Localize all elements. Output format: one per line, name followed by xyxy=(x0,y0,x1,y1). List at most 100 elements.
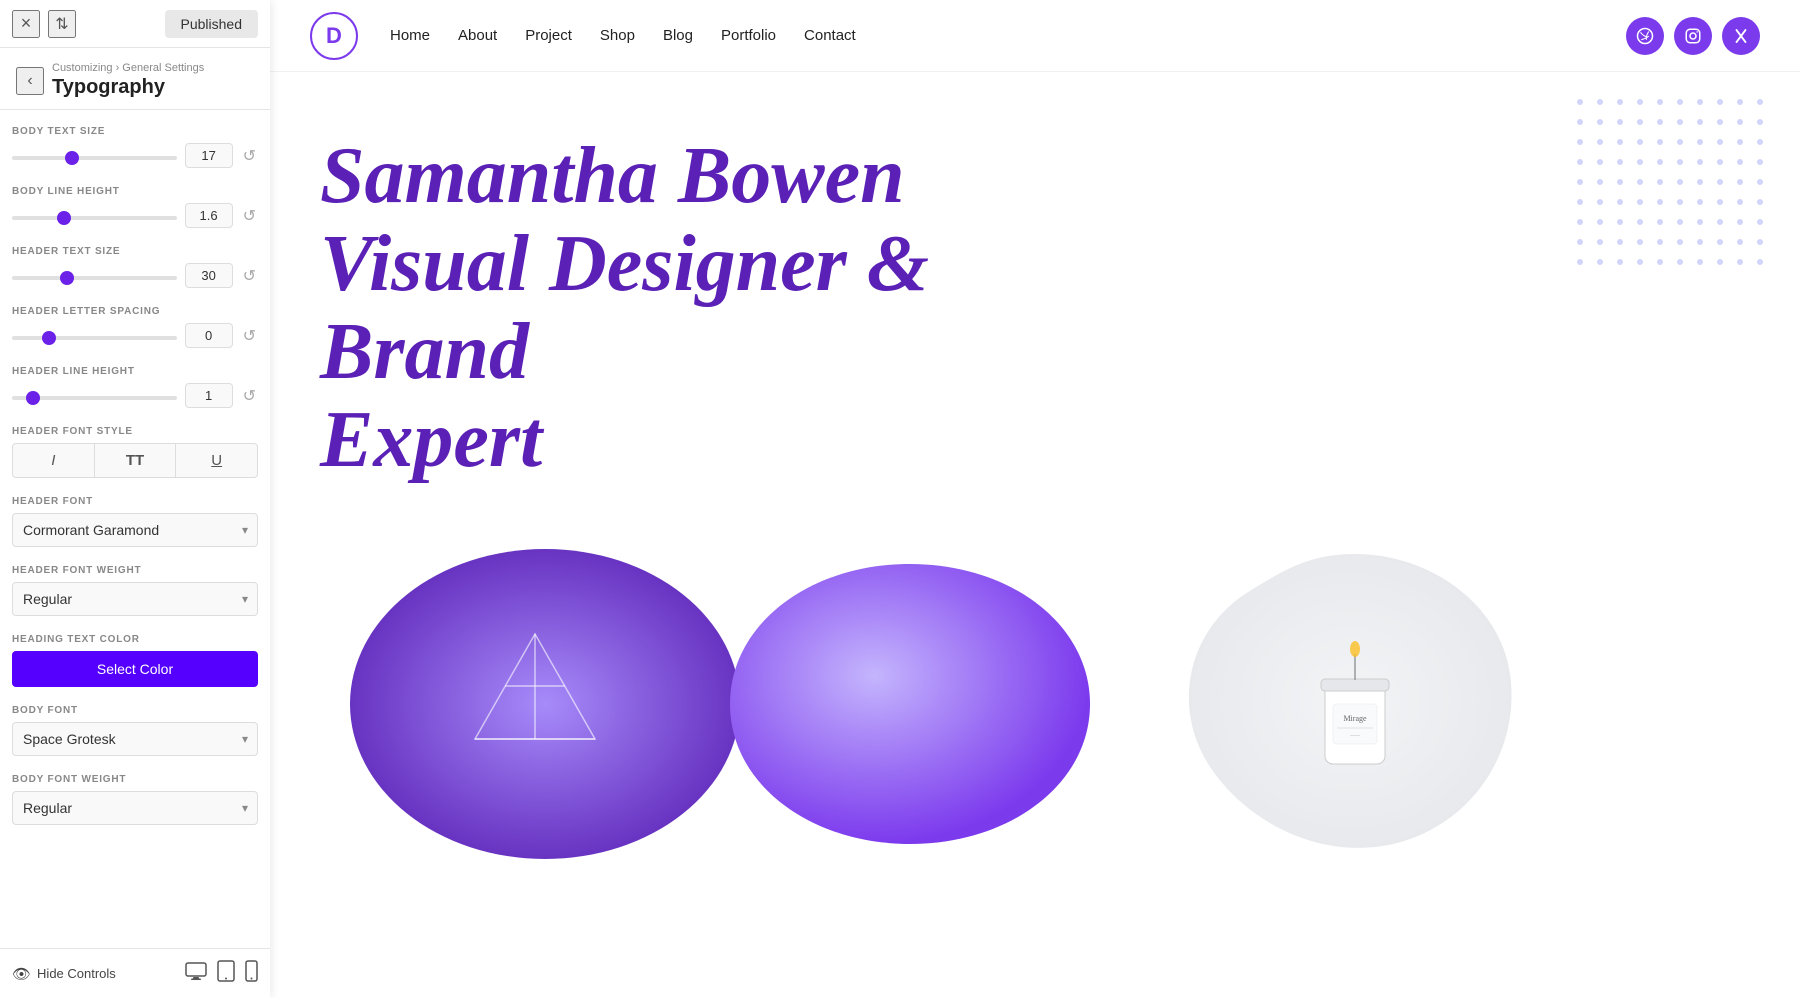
body-font-weight-label: BODY FONT WEIGHT xyxy=(12,774,258,785)
hero-title: Samantha Bowen Visual Designer & Brand E… xyxy=(320,132,1120,484)
header-line-height-label: HEADER LINE HEIGHT xyxy=(12,366,258,377)
select-color-button[interactable]: Select Color xyxy=(12,651,258,687)
hide-controls-button[interactable]: 👁 Hide Controls xyxy=(12,965,116,983)
header-line-height-slider-row: ↺ xyxy=(12,383,258,408)
body-text-size-slider-wrap xyxy=(12,147,177,165)
header-text-size-group: HEADER TEXT SIZE ↺ xyxy=(12,246,258,288)
header-font-style-label: HEADER FONT STYLE xyxy=(12,426,258,437)
panel-controls: BODY TEXT SIZE ↺ BODY LINE HEIGHT ↺ xyxy=(0,110,270,998)
close-button[interactable]: × xyxy=(12,10,40,38)
hero-line3: Expert xyxy=(320,396,542,484)
body-text-size-input[interactable] xyxy=(185,143,233,168)
desktop-view-button[interactable] xyxy=(185,960,207,987)
mobile-view-button[interactable] xyxy=(245,960,258,987)
hero-line2: Visual Designer & Brand xyxy=(320,220,929,396)
purple-blob-svg xyxy=(320,544,770,864)
tablet-icon xyxy=(217,960,235,982)
nav-social xyxy=(1626,17,1760,55)
body-line-height-slider-row: ↺ xyxy=(12,203,258,228)
header-font-weight-group: HEADER FONT WEIGHT Regular Bold Light ▾ xyxy=(12,565,258,616)
back-button[interactable]: ‹ xyxy=(16,67,44,95)
body-text-size-label: BODY TEXT SIZE xyxy=(12,126,258,137)
tablet-view-button[interactable] xyxy=(217,960,235,987)
body-line-height-slider[interactable] xyxy=(12,216,177,220)
dribbble-icon xyxy=(1636,27,1654,45)
nav-item-project[interactable]: Project xyxy=(525,27,572,45)
image-purple2-container xyxy=(710,544,1110,864)
top-bar: × ⇅ Published xyxy=(0,0,270,48)
header-font-weight-label: HEADER FONT WEIGHT xyxy=(12,565,258,576)
svg-text:——: —— xyxy=(1349,734,1361,739)
body-font-select[interactable]: Space Grotesk Inter Roboto xyxy=(12,722,258,756)
body-text-size-reset[interactable]: ↺ xyxy=(241,146,258,166)
breadcrumb: Customizing › General Settings xyxy=(52,62,254,74)
body-font-weight-group: BODY FONT WEIGHT Regular Bold Light ▾ xyxy=(12,774,258,825)
body-line-height-input[interactable] xyxy=(185,203,233,228)
svg-text:Mirage: Mirage xyxy=(1343,714,1367,723)
body-line-height-slider-wrap xyxy=(12,207,177,225)
body-line-height-group: BODY LINE HEIGHT ↺ xyxy=(12,186,258,228)
header-line-height-reset[interactable]: ↺ xyxy=(241,386,258,406)
hero-section: .dot{fill:#d1d5fb;} Samantha Bowen Visua… xyxy=(270,72,1800,524)
twitter-icon xyxy=(1732,27,1750,45)
header-line-height-slider[interactable] xyxy=(12,396,177,400)
body-text-size-slider[interactable] xyxy=(12,156,177,160)
panel-bottom: 👁 Hide Controls xyxy=(0,948,270,998)
header-letter-spacing-reset[interactable]: ↺ xyxy=(241,326,258,346)
cream-blob-svg: Mirage —— xyxy=(1140,544,1570,864)
body-text-size-slider-row: ↺ xyxy=(12,143,258,168)
header-line-height-input[interactable] xyxy=(185,383,233,408)
body-font-weight-select[interactable]: Regular Bold Light xyxy=(12,791,258,825)
underline-button[interactable]: U xyxy=(176,443,258,478)
body-line-height-reset[interactable]: ↺ xyxy=(241,206,258,226)
header-font-weight-select-wrap: Regular Bold Light ▾ xyxy=(12,582,258,616)
panel-header: ‹ Customizing › General Settings Typogra… xyxy=(0,48,270,110)
body-line-height-label: BODY LINE HEIGHT xyxy=(12,186,258,197)
mobile-icon xyxy=(245,960,258,982)
italic-button[interactable]: I xyxy=(12,443,95,478)
purple-blob2-svg xyxy=(710,544,1110,864)
body-font-group: BODY FONT Space Grotesk Inter Roboto ▾ xyxy=(12,705,258,756)
header-letter-spacing-input[interactable] xyxy=(185,323,233,348)
header-text-size-slider[interactable] xyxy=(12,276,177,280)
site-nav: D Home About Project Shop Blog Portfolio… xyxy=(270,0,1800,72)
header-text-size-reset[interactable]: ↺ xyxy=(241,266,258,286)
nav-item-contact[interactable]: Contact xyxy=(804,27,856,45)
nav-item-blog[interactable]: Blog xyxy=(663,27,693,45)
bold-button[interactable]: TT xyxy=(95,443,177,478)
header-text-size-label: HEADER TEXT SIZE xyxy=(12,246,258,257)
header-line-height-slider-wrap xyxy=(12,387,177,405)
header-font-label: HEADER FONT xyxy=(12,496,258,507)
panel-header-text: Customizing › General Settings Typograph… xyxy=(52,62,254,99)
nav-item-home[interactable]: Home xyxy=(390,27,430,45)
header-font-select[interactable]: Cormorant Garamond Georgia Playfair Disp… xyxy=(12,513,258,547)
body-font-weight-select-wrap: Regular Bold Light ▾ xyxy=(12,791,258,825)
header-font-group: HEADER FONT Cormorant Garamond Georgia P… xyxy=(12,496,258,547)
nav-links: Home About Project Shop Blog Portfolio C… xyxy=(390,27,1626,45)
body-font-label: BODY FONT xyxy=(12,705,258,716)
header-text-size-slider-wrap xyxy=(12,267,177,285)
site-logo: D xyxy=(310,12,358,60)
image-purple-container xyxy=(320,544,770,864)
view-icons xyxy=(185,960,258,987)
font-style-row: I TT U xyxy=(12,443,258,478)
header-letter-spacing-group: HEADER LETTER SPACING ↺ xyxy=(12,306,258,348)
header-letter-spacing-slider[interactable] xyxy=(12,336,177,340)
header-font-weight-select[interactable]: Regular Bold Light xyxy=(12,582,258,616)
published-button[interactable]: Published xyxy=(165,10,259,38)
nav-item-portfolio[interactable]: Portfolio xyxy=(721,27,776,45)
left-panel: × ⇅ Published ‹ Customizing › General Se… xyxy=(0,0,270,998)
nav-item-shop[interactable]: Shop xyxy=(600,27,635,45)
social-btn-instagram[interactable] xyxy=(1674,17,1712,55)
header-font-select-wrap: Cormorant Garamond Georgia Playfair Disp… xyxy=(12,513,258,547)
header-line-height-group: HEADER LINE HEIGHT ↺ xyxy=(12,366,258,408)
social-btn-twitter[interactable] xyxy=(1722,17,1760,55)
heading-text-color-group: HEADING TEXT COLOR Select Color xyxy=(12,634,258,687)
hide-controls-label: Hide Controls xyxy=(37,966,116,981)
swap-button[interactable]: ⇅ xyxy=(48,10,76,38)
image-cream-container: Mirage —— xyxy=(1140,544,1570,864)
social-btn-dribbble[interactable] xyxy=(1626,17,1664,55)
nav-item-about[interactable]: About xyxy=(458,27,497,45)
header-text-size-input[interactable] xyxy=(185,263,233,288)
images-row: Mirage —— xyxy=(270,544,1800,864)
